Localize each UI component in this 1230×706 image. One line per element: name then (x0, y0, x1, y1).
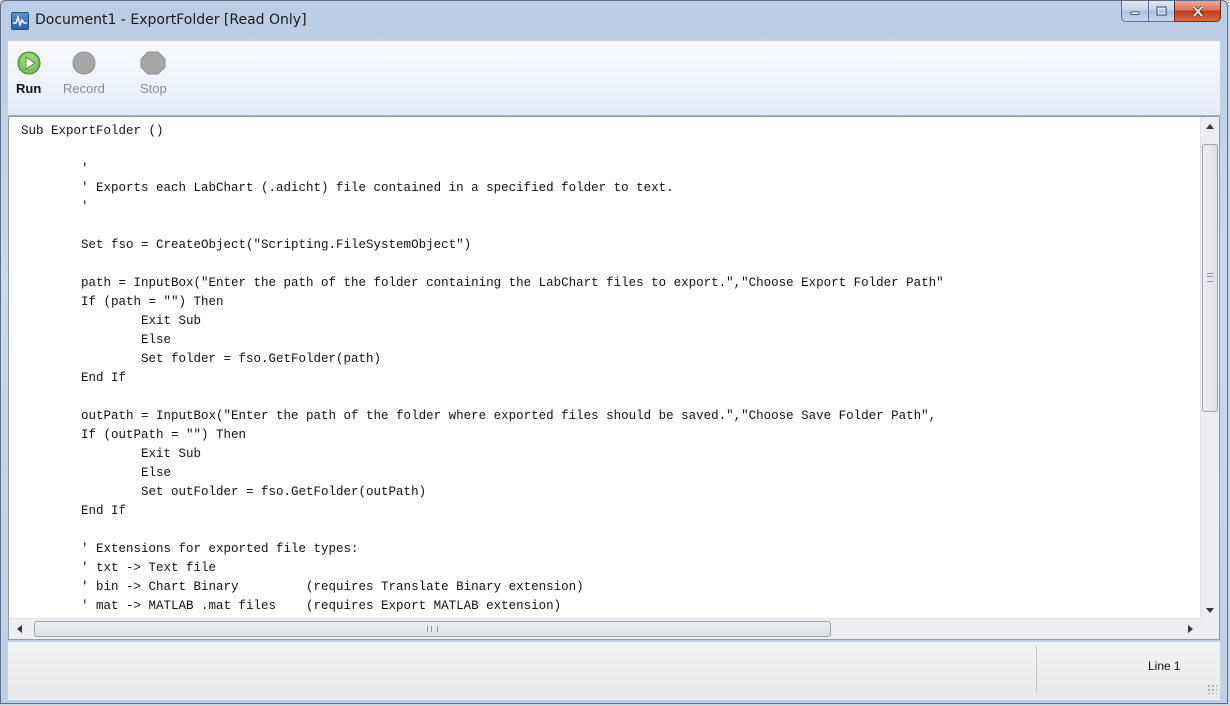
stop-button[interactable]: Stop (140, 51, 167, 96)
maximize-icon (1156, 6, 1167, 16)
scroll-up-arrow-icon[interactable] (1206, 124, 1214, 129)
code-line[interactable]: Set folder = fso.GetFolder(path) (21, 350, 1199, 369)
minimize-icon (1130, 11, 1140, 15)
resize-grip-icon[interactable] (1207, 684, 1217, 694)
record-icon (72, 51, 96, 75)
title-bar[interactable]: Document1 - ExportFolder [Read Only] (1, 1, 1227, 41)
code-editor[interactable]: Sub ExportFolder () ' ' Exports each Lab… (8, 116, 1220, 640)
code-line[interactable] (21, 141, 1199, 160)
code-line[interactable]: Set fso = CreateObject("Scripting.FileSy… (21, 236, 1199, 255)
scroll-down-arrow-icon[interactable] (1206, 608, 1214, 613)
vertical-scroll-thumb[interactable] (1202, 144, 1218, 412)
close-icon (1192, 5, 1203, 17)
code-line[interactable]: ' Exports each LabChart (.adicht) file c… (21, 179, 1199, 198)
code-line[interactable]: ' mat -> MATLAB .mat files (requires Exp… (21, 597, 1199, 616)
window-title: Document1 - ExportFolder [Read Only] (35, 12, 307, 28)
grip-icon (1207, 273, 1213, 282)
line-label: Line (1148, 659, 1171, 673)
code-line[interactable]: ' Extensions for exported file types: (21, 540, 1199, 559)
horizontal-scroll-thumb[interactable] (34, 621, 831, 637)
scrollbar-corner (1201, 619, 1219, 639)
code-line[interactable]: If (path = "") Then (21, 293, 1199, 312)
run-label: Run (16, 81, 42, 96)
editor-window: Document1 - ExportFolder [Read Only] Run (0, 0, 1228, 704)
app-icon (11, 12, 29, 30)
code-line[interactable] (21, 217, 1199, 236)
status-bar: Line 1 (8, 641, 1220, 700)
code-line[interactable]: ' bin -> Chart Binary (requires Translat… (21, 578, 1199, 597)
code-line[interactable]: ' (21, 198, 1199, 217)
stop-icon (140, 51, 166, 75)
vertical-scrollbar[interactable] (1200, 117, 1219, 619)
code-line[interactable]: path = InputBox("Enter the path of the f… (21, 274, 1199, 293)
code-line[interactable]: Exit Sub (21, 312, 1199, 331)
status-panel: Line 1 (8, 642, 1220, 698)
record-label: Record (63, 81, 105, 96)
code-line[interactable]: outPath = InputBox("Enter the path of th… (21, 407, 1199, 426)
close-button[interactable] (1174, 1, 1221, 22)
maximize-button[interactable] (1148, 1, 1174, 22)
line-number: 1 (1173, 659, 1181, 673)
horizontal-scrollbar[interactable] (9, 618, 1201, 639)
code-line[interactable]: Set outFolder = fso.GetFolder(outPath) (21, 483, 1199, 502)
code-line[interactable]: End If (21, 502, 1199, 521)
code-line[interactable]: ' txt -> Text file (21, 559, 1199, 578)
status-divider (1036, 646, 1037, 694)
scroll-right-arrow-icon[interactable] (1188, 625, 1193, 633)
caption-buttons (1121, 1, 1221, 22)
macro-toolbar: Run Record Stop (8, 41, 1220, 116)
scroll-left-arrow-icon[interactable] (17, 625, 22, 633)
run-icon (17, 51, 41, 75)
code-line[interactable] (21, 388, 1199, 407)
code-line[interactable]: Exit Sub (21, 445, 1199, 464)
code-line[interactable] (21, 255, 1199, 274)
code-line[interactable]: End If (21, 369, 1199, 388)
code-line[interactable]: Else (21, 331, 1199, 350)
stop-label: Stop (140, 81, 167, 96)
code-line[interactable]: Sub ExportFolder () (21, 122, 1199, 141)
code-line[interactable]: Else (21, 464, 1199, 483)
run-button[interactable]: Run (16, 51, 41, 96)
code-line[interactable] (21, 521, 1199, 540)
code-line[interactable]: If (outPath = "") Then (21, 426, 1199, 445)
code-line[interactable]: ' (21, 160, 1199, 179)
minimize-button[interactable] (1121, 1, 1148, 22)
record-button[interactable]: Record (63, 51, 105, 96)
line-indicator: Line 1 (1148, 659, 1180, 673)
code-text[interactable]: Sub ExportFolder () ' ' Exports each Lab… (21, 122, 1199, 635)
grip-icon (427, 626, 438, 632)
